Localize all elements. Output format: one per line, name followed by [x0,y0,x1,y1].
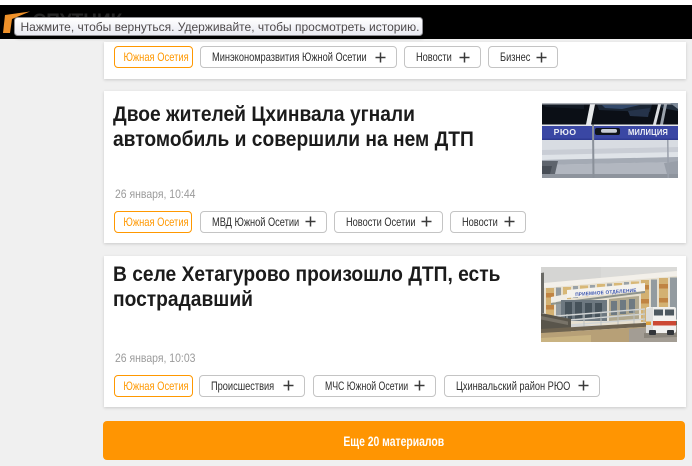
svg-text:РЮО: РЮО [554,127,577,137]
svg-text:МИЛИЦИЯ: МИЛИЦИЯ [628,128,668,137]
